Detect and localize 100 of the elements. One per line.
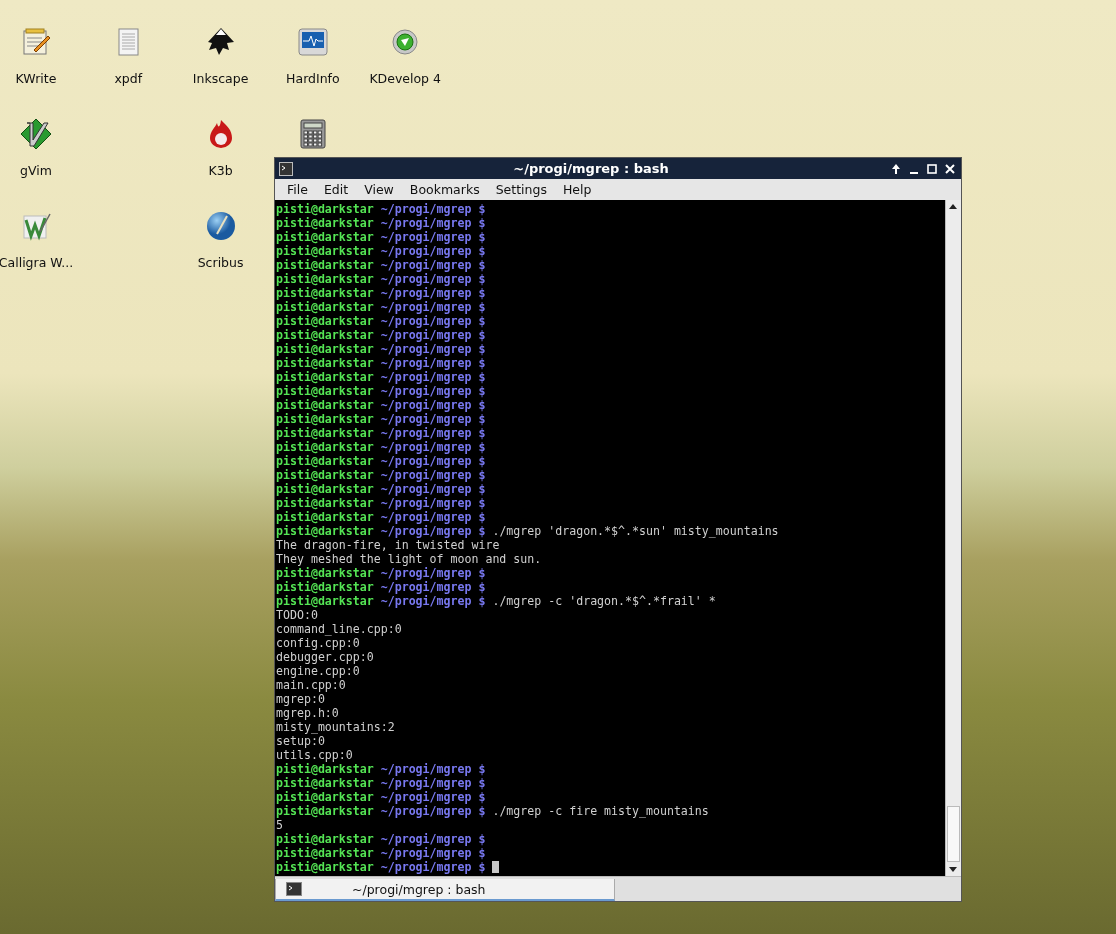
prompt-path: ~/progi/mgrep $ [380,286,486,300]
prompt-user: pisti@darkstar [276,804,374,818]
window-title: ~/progi/mgrep : bash [512,161,670,176]
prompt-user: pisti@darkstar [276,440,374,454]
prompt-path: ~/progi/mgrep $ [380,454,486,468]
output-text: They meshed the light of moon and sun. [276,552,542,566]
command-text: ./mgrep 'dragon.*$^.*sun' misty_mountains [492,524,779,538]
prompt-user: pisti@darkstar [276,230,374,244]
output-text: misty_mountains:2 [276,720,395,734]
output-text: mgrep:0 [276,692,325,706]
command-text: ./mgrep -c 'dragon.*$^.*frail' * [492,594,716,608]
prompt-path: ~/progi/mgrep $ [380,790,486,804]
prompt-path: ~/progi/mgrep $ [380,566,486,580]
prompt-user: pisti@darkstar [276,776,374,790]
prompt-user: pisti@darkstar [276,468,374,482]
desktop-icon-label[interactable]: Inkscape [192,71,249,86]
menu-item[interactable]: View [356,182,402,197]
prompt-path: ~/progi/mgrep $ [380,510,486,524]
output-text: TODO:0 [276,608,318,622]
prompt-path: ~/progi/mgrep $ [380,370,486,384]
prompt-path: ~/progi/mgrep $ [380,244,486,258]
prompt-user: pisti@darkstar [276,384,374,398]
prompt-user: pisti@darkstar [276,566,374,580]
output-text: setup:0 [276,734,325,748]
prompt-user: pisti@darkstar [276,398,374,412]
prompt-path: ~/progi/mgrep $ [380,216,486,230]
prompt-path: ~/progi/mgrep $ [380,230,486,244]
prompt-user: pisti@darkstar [276,846,374,860]
prompt-user: pisti@darkstar [276,328,374,342]
output-text: command_line.cpp:0 [276,622,402,636]
monitor-pulse-icon [296,26,329,58]
menu-item[interactable]: Bookmarks [401,182,488,197]
prompt-path: ~/progi/mgrep $ [380,384,486,398]
prompt-user: pisti@darkstar [276,356,374,370]
desktop-icon-label[interactable]: K3b [208,163,233,178]
close-icon[interactable] [943,161,957,176]
output-text: utils.cpp:0 [276,748,353,762]
menu-item[interactable]: Settings [487,182,555,197]
output-text: mgrep.h:0 [276,706,339,720]
prompt-path: ~/progi/mgrep $ [380,300,486,314]
prompt-path: ~/progi/mgrep $ [380,496,486,510]
desktop-icon-label[interactable]: xpdf [114,71,143,86]
terminal-tab[interactable]: ~/progi/mgrep : bash [275,879,615,901]
prompt-user: pisti@darkstar [276,510,374,524]
prompt-path: ~/progi/mgrep $ [380,328,486,342]
scrollbar[interactable] [945,200,961,876]
menu-item[interactable]: File [279,182,316,197]
prompt-path: ~/progi/mgrep $ [380,804,486,818]
prompt-path: ~/progi/mgrep $ [380,482,486,496]
prompt-path: ~/progi/mgrep $ [380,356,486,370]
prompt-user: pisti@darkstar [276,524,374,538]
output-text: debugger.cpp:0 [276,650,374,664]
output-text: The dragon-fire, in twisted wire [276,538,500,552]
prompt-path: ~/progi/mgrep $ [380,440,486,454]
prompt-user: pisti@darkstar [276,370,374,384]
desktop-icon-label[interactable]: HardInfo [286,71,340,86]
desktop-icon-label[interactable]: KDevelop 4 [369,71,441,86]
vim-logo-icon [20,118,52,150]
terminal-icon [286,882,302,896]
prompt-user: pisti@darkstar [276,272,374,286]
terminal-icon [279,161,293,176]
prompt-user: pisti@darkstar [276,342,374,356]
prompt-path: ~/progi/mgrep $ [380,776,486,790]
output-text: 5 [276,818,283,832]
prompt-path: ~/progi/mgrep $ [380,412,486,426]
prompt-path: ~/progi/mgrep $ [380,580,486,594]
prompt-path: ~/progi/mgrep $ [380,314,486,328]
prompt-user: pisti@darkstar [276,762,374,776]
prompt-user: pisti@darkstar [276,412,374,426]
prompt-user: pisti@darkstar [276,496,374,510]
prompt-user: pisti@darkstar [276,594,374,608]
prompt-path: ~/progi/mgrep $ [380,762,486,776]
menu-item[interactable]: Help [554,182,600,197]
prompt-path: ~/progi/mgrep $ [380,860,486,874]
prompt-user: pisti@darkstar [276,216,374,230]
prompt-user: pisti@darkstar [276,286,374,300]
prompt-user: pisti@darkstar [276,314,374,328]
menu-item[interactable]: Edit [315,182,357,197]
prompt-path: ~/progi/mgrep $ [380,202,486,216]
prompt-user: pisti@darkstar [276,790,374,804]
desktop-icon-label[interactable]: Calligra W... [0,255,74,270]
prompt-user: pisti@darkstar [276,860,374,874]
prompt-user: pisti@darkstar [276,482,374,496]
desktop-icon-label[interactable]: gVim [20,163,52,178]
prompt-path: ~/progi/mgrep $ [380,272,486,286]
prompt-path: ~/progi/mgrep $ [380,342,486,356]
desktop-icon-label[interactable]: Scribus [197,255,244,270]
prompt-user: pisti@darkstar [276,426,374,440]
prompt-path: ~/progi/mgrep $ [380,468,486,482]
prompt-user: pisti@darkstar [276,832,374,846]
prompt-user: pisti@darkstar [276,300,374,314]
command-text: ./mgrep -c fire misty_mountains [492,804,709,818]
prompt-user: pisti@darkstar [276,202,374,216]
prompt-path: ~/progi/mgrep $ [380,832,486,846]
scroll-thumb[interactable] [947,806,960,862]
prompt-user: pisti@darkstar [276,580,374,594]
prompt-user: pisti@darkstar [276,454,374,468]
desktop-icon-label[interactable]: KWrite [15,71,57,86]
sphere-icon [204,210,237,242]
maximize-icon[interactable] [925,161,939,176]
